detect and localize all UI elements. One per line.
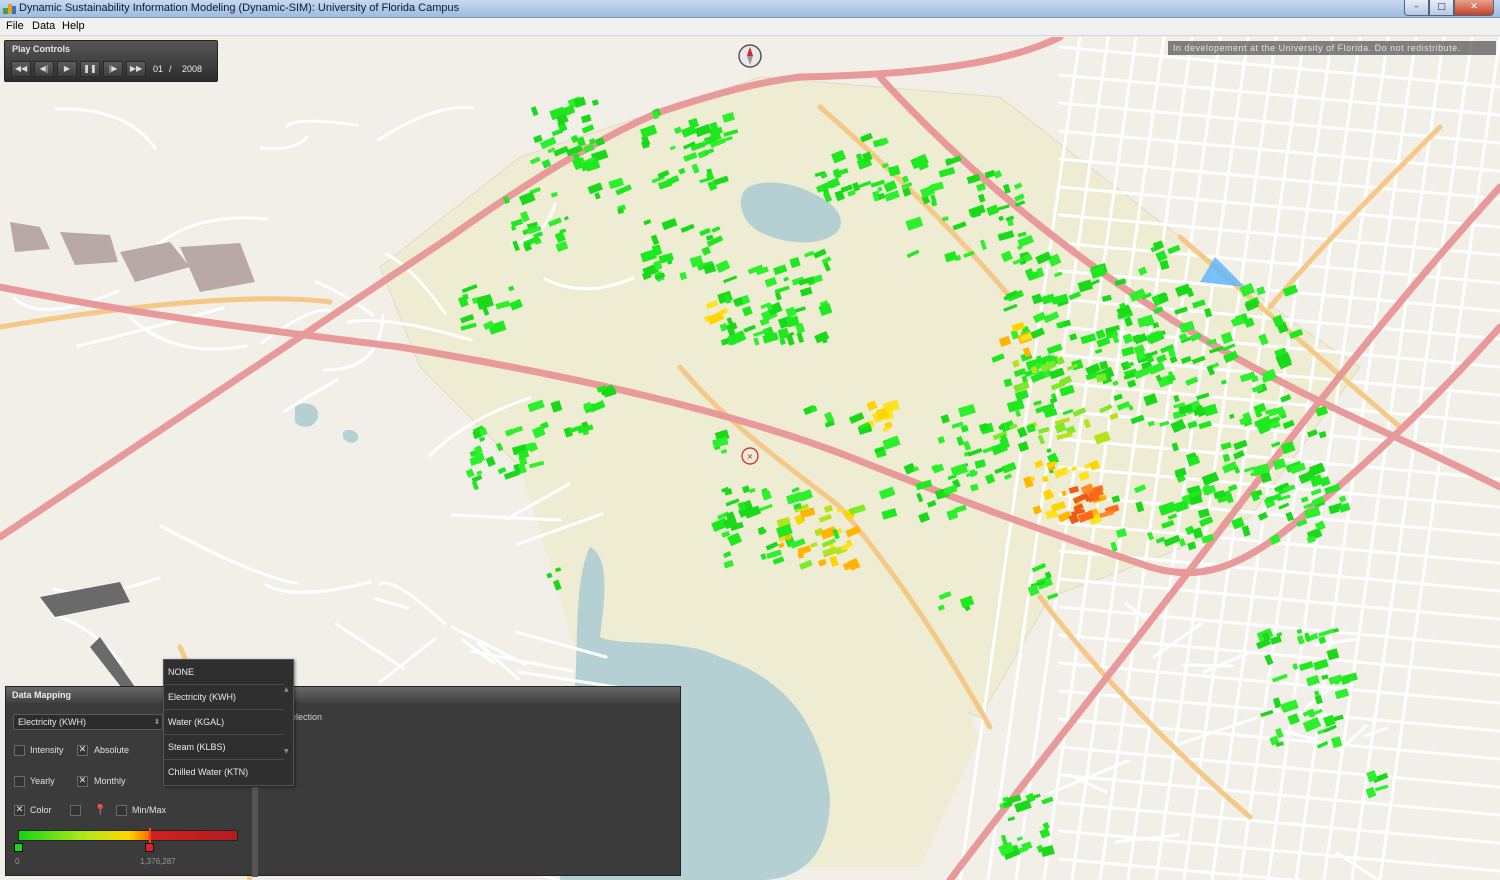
absolute-label: Absolute [94, 745, 130, 755]
play-button[interactable]: ▶ [57, 61, 77, 77]
watermark-notice: In developement at the University of Flo… [1168, 41, 1496, 55]
intensity-checkbox[interactable] [14, 745, 25, 756]
title-bar: Dynamic Sustainability Information Model… [0, 0, 1500, 18]
date-separator: / [169, 64, 172, 74]
play-controls-title: Play Controls [12, 44, 71, 54]
dropdown-item-none[interactable]: NONE [164, 660, 284, 685]
menu-help[interactable]: Help [62, 20, 85, 32]
month-value: 01 [153, 64, 164, 74]
data-type-select[interactable]: Electricity (KWH) ⇕ [13, 714, 163, 730]
pause-icon: ❚❚ [83, 64, 97, 73]
data-mapping-title: Data Mapping [12, 690, 72, 700]
step-forward-icon: |▶ [108, 64, 118, 73]
data-mapping-panel: Data Mapping Electricity (KWH) ⇕ electio… [5, 686, 681, 877]
intensity-label: Intensity [30, 745, 64, 755]
minmax-label: Min/Max [132, 805, 167, 815]
dropdown-item-steam[interactable]: Steam (KLBS) [164, 735, 284, 760]
step-forward-button[interactable]: |▶ [103, 61, 123, 77]
color-scale-bar[interactable] [18, 830, 238, 841]
menu-data[interactable]: Data [32, 20, 55, 32]
rewind-button[interactable]: ◀◀ [11, 61, 31, 77]
monthly-checkbox[interactable]: ✕ [77, 776, 88, 787]
step-back-button[interactable]: ◀| [34, 61, 54, 77]
play-icon: ▶ [63, 64, 71, 73]
pin-icon: 📍 [94, 805, 107, 816]
compass-icon[interactable] [737, 43, 763, 69]
minimize-button[interactable]: – [1404, 0, 1429, 16]
yearly-label: Yearly [30, 776, 55, 786]
app-icon [3, 4, 16, 14]
data-type-dropdown[interactable]: NONE Electricity (KWH) Water (KGAL) Stea… [163, 659, 294, 786]
scale-max-value: 1,376,287 [140, 857, 176, 866]
app-window: Dynamic Sustainability Information Model… [0, 0, 1500, 880]
step-back-icon: ◀| [39, 64, 49, 73]
min-handle[interactable] [14, 843, 23, 852]
absolute-checkbox[interactable]: ✕ [77, 745, 88, 756]
monthly-label: Monthly [94, 776, 126, 786]
close-button[interactable]: ✕ [1454, 0, 1494, 16]
scroll-down-icon[interactable]: ▼ [284, 748, 289, 755]
play-controls-panel: Play Controls ◀◀ ◀| ▶ ❚❚ |▶ ▶▶ 01 / 2008 [4, 40, 218, 82]
panel-splitter[interactable] [252, 787, 258, 877]
window-controls: – □ ✕ [1404, 0, 1494, 16]
dropdown-item-water[interactable]: Water (KGAL) [164, 710, 284, 735]
minmax-checkbox[interactable] [116, 805, 127, 816]
threshold-marker [149, 828, 151, 843]
dropdown-item-electricity[interactable]: Electricity (KWH) [164, 685, 284, 710]
yearly-checkbox[interactable] [14, 776, 25, 787]
fast-forward-button[interactable]: ▶▶ [126, 61, 146, 77]
pause-button[interactable]: ❚❚ [80, 61, 100, 77]
menu-bar: File Data Help [0, 18, 1500, 36]
spinner-arrows-icon[interactable]: ⇕ [154, 715, 160, 729]
svg-text:×: × [747, 452, 754, 461]
max-handle[interactable] [145, 843, 154, 852]
window-title: Dynamic Sustainability Information Model… [19, 2, 460, 14]
dropdown-scrollbar[interactable]: ▲ ▼ [283, 686, 292, 761]
maximize-button[interactable]: □ [1429, 0, 1454, 16]
menu-file[interactable]: File [6, 20, 24, 32]
rewind-icon: ◀◀ [14, 64, 28, 73]
pin-checkbox[interactable] [70, 805, 81, 816]
dropdown-item-chilled-water[interactable]: Chilled Water (KTN) [164, 760, 284, 785]
color-label: Color [30, 805, 52, 815]
fast-forward-icon: ▶▶ [129, 64, 143, 73]
scale-min-value: 0 [15, 857, 20, 866]
data-type-selected: Electricity (KWH) [18, 717, 86, 727]
year-value: 2008 [182, 64, 203, 74]
color-checkbox[interactable]: ✕ [14, 805, 25, 816]
scroll-up-icon[interactable]: ▲ [284, 686, 289, 693]
data-mapping-header: Data Mapping [6, 687, 680, 703]
selection-label: election [291, 712, 323, 722]
